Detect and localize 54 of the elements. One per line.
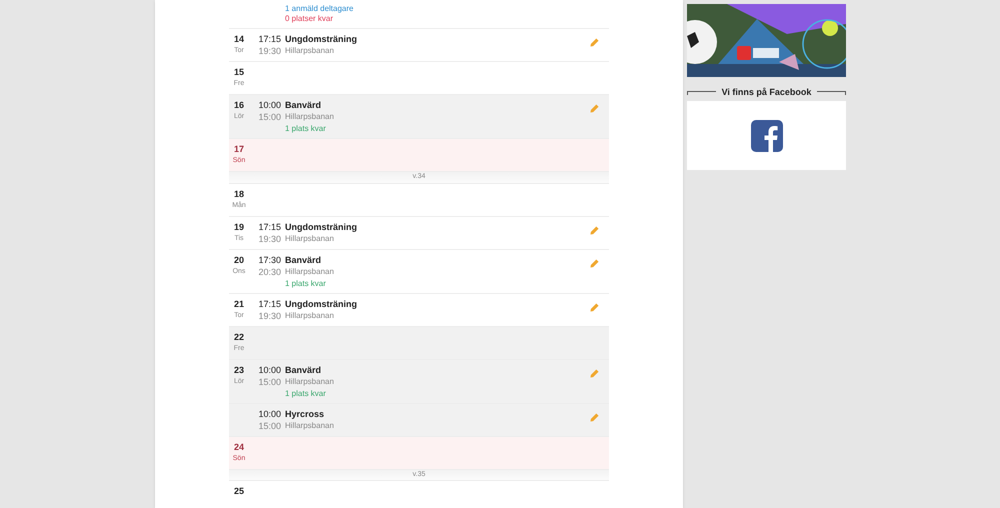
day-number: 18: [234, 188, 244, 200]
event-title[interactable]: Hyrcross: [285, 408, 590, 420]
start-time: 17:30: [257, 254, 281, 266]
event-location: Hillarpsbanan: [285, 266, 335, 276]
event-title[interactable]: Banvärd: [285, 254, 590, 266]
start-time: 10:00: [257, 99, 281, 111]
event-location: Hillarpsbanan: [285, 111, 335, 122]
day-number: 17: [234, 143, 244, 155]
pencil-icon[interactable]: [590, 412, 599, 422]
end-time: 15:00: [257, 376, 281, 388]
end-time: 19:30: [257, 232, 281, 244]
end-time: 15:00: [257, 111, 281, 123]
pencil-icon[interactable]: [590, 302, 599, 312]
day-number: 22: [234, 330, 244, 342]
start-time: 17:15: [257, 220, 281, 232]
event-title[interactable]: Ungdomsträning: [285, 33, 590, 45]
pencil-icon[interactable]: [590, 226, 599, 234]
event-note: 1 plats kvar: [285, 278, 327, 288]
event-note: 0 platser kvar: [285, 14, 334, 24]
pencil-icon[interactable]: [590, 38, 599, 47]
end-time: 20:30: [257, 266, 281, 278]
event-note: 1 plats kvar: [285, 124, 327, 134]
pencil-icon[interactable]: [590, 258, 599, 268]
day-number: 19: [234, 220, 244, 232]
event-location: Hillarpsbanan: [285, 376, 335, 386]
event-location: Hillarpsbanan: [285, 420, 335, 430]
start-time: 17:15: [257, 298, 281, 310]
event-title[interactable]: Banvärd: [285, 364, 590, 376]
event-location: Hillarpsbanan: [285, 232, 335, 244]
end-time: 19:30: [257, 45, 281, 57]
start-time: 10:00: [257, 408, 281, 420]
event-title[interactable]: Ungdomsträning: [285, 220, 590, 232]
event-location: Hillarpsbanan: [285, 310, 335, 320]
facebook-heading: Vi finns på Facebook: [722, 86, 812, 100]
day-number: 14: [234, 33, 244, 45]
event-title[interactable]: Ungdomsträning: [285, 298, 590, 310]
day-number: 16: [234, 99, 244, 111]
end-time: 15:00: [257, 420, 281, 432]
event-note: 1 plats kvar: [285, 388, 327, 398]
pencil-icon[interactable]: [590, 104, 599, 113]
start-time: 17:15: [257, 33, 281, 45]
day-number: 21: [234, 298, 244, 310]
facebook-icon[interactable]: [750, 120, 782, 152]
event-note: 1 anmäld deltagare: [285, 4, 354, 14]
pencil-icon[interactable]: [590, 368, 599, 378]
day-number: 15: [234, 66, 244, 78]
day-number: 24: [234, 440, 244, 452]
event-location: Hillarpsbanan: [285, 45, 335, 56]
end-time: 19:30: [257, 310, 281, 322]
day-number: 23: [234, 364, 244, 376]
day-number: 25: [234, 485, 244, 497]
start-time: 10:00: [257, 364, 281, 376]
day-number: 20: [234, 254, 244, 266]
event-title[interactable]: Banvärd: [285, 99, 590, 111]
